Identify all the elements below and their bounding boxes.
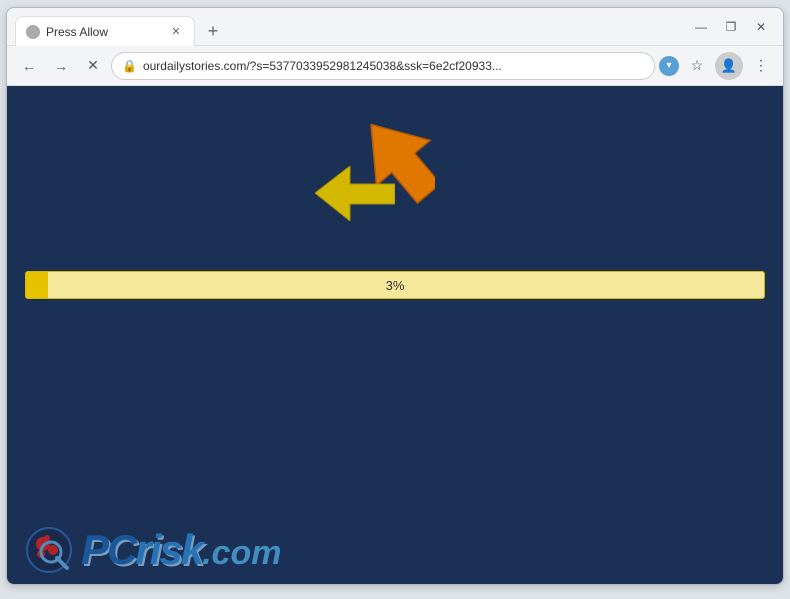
- tab-favicon: [26, 25, 40, 39]
- reload-button[interactable]: ✕: [79, 52, 107, 80]
- tab-area: Press Allow ✕ +: [15, 8, 679, 45]
- active-tab[interactable]: Press Allow ✕: [15, 16, 195, 46]
- tab-close-button[interactable]: ✕: [168, 24, 184, 40]
- back-button[interactable]: ←: [15, 52, 43, 80]
- browser-window: Press Allow ✕ + — ❐ ✕ ← → ✕ 🔒 ourdailyst…: [6, 7, 784, 585]
- progress-bar: 3%: [25, 271, 765, 299]
- minimize-button[interactable]: —: [687, 13, 715, 41]
- progress-container: 3%: [25, 271, 765, 299]
- lock-icon: 🔒: [122, 59, 137, 73]
- yellow-arrow: [315, 166, 395, 221]
- new-tab-button[interactable]: +: [199, 17, 227, 45]
- toolbar: ← → ✕ 🔒 ourdailystories.com/?s=537703395…: [7, 46, 783, 86]
- pcrisk-risk-text: risk: [135, 526, 202, 574]
- tab-title: Press Allow: [46, 25, 162, 39]
- pcrisk-dotcom-text: .com: [202, 534, 281, 573]
- url-text: ourdailystories.com/?s=53770339529812450…: [143, 59, 644, 73]
- menu-icon[interactable]: ⋮: [747, 52, 775, 80]
- pcrisk-logo-icon: [25, 526, 73, 574]
- page-content: 3% PC risk .com: [7, 86, 783, 584]
- profile-icon[interactable]: 👤: [715, 52, 743, 80]
- progress-bar-fill: [26, 272, 48, 298]
- progress-label: 3%: [386, 278, 405, 293]
- pcrisk-brand-text: PC risk .com: [81, 526, 281, 574]
- pcrisk-pc-text: PC: [81, 526, 135, 574]
- watermark: PC risk .com: [25, 526, 281, 574]
- close-button[interactable]: ✕: [747, 13, 775, 41]
- profile-dropdown-icon[interactable]: ▾: [659, 56, 679, 76]
- window-controls: — ❐ ✕: [687, 13, 775, 41]
- forward-button[interactable]: →: [47, 52, 75, 80]
- title-bar: Press Allow ✕ + — ❐ ✕: [7, 8, 783, 46]
- address-bar[interactable]: 🔒 ourdailystories.com/?s=537703395298124…: [111, 52, 655, 80]
- maximize-button[interactable]: ❐: [717, 13, 745, 41]
- bookmark-icon[interactable]: ☆: [683, 52, 711, 80]
